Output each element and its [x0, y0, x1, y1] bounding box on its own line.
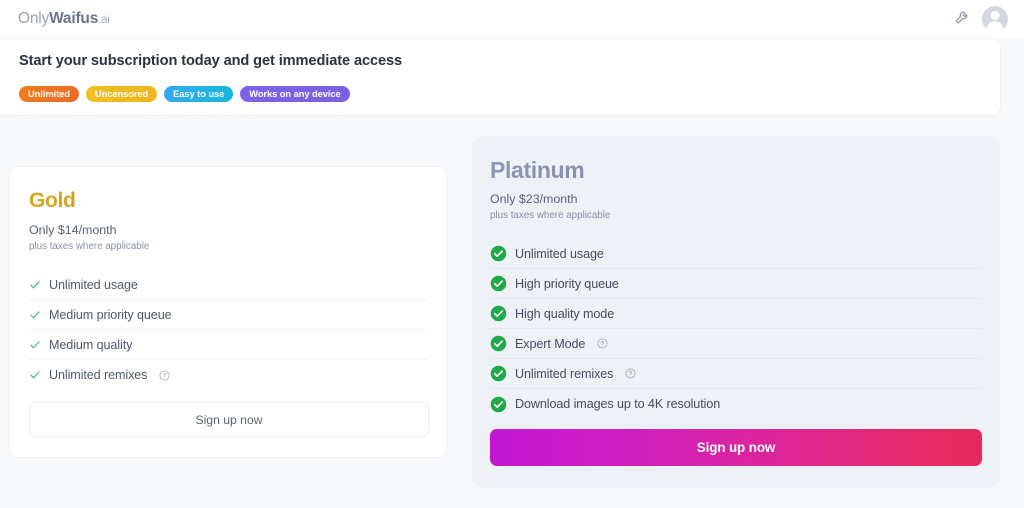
badge-easy-to-use: Easy to use: [164, 86, 233, 102]
feature-label: High priority queue: [515, 277, 619, 291]
feature-item: High quality mode: [490, 299, 982, 329]
feature-label: Unlimited remixes: [515, 367, 613, 381]
plan-price-platinum: Only $23/month: [490, 191, 982, 207]
plan-taxes-platinum: plus taxes where applicable: [490, 209, 982, 222]
signup-button-platinum[interactable]: Sign up now: [490, 429, 982, 466]
plan-name-gold: Gold: [29, 189, 427, 213]
plan-card-gold: Gold Only $14/month plus taxes where app…: [8, 166, 448, 458]
feature-label: Medium priority queue: [49, 308, 172, 322]
feature-item: Unlimited usage: [29, 270, 427, 300]
logo-suffix: .ai: [98, 14, 110, 26]
badge-unlimited: Unlimited: [19, 86, 79, 102]
feature-label: Unlimited remixes: [49, 368, 147, 382]
feature-label: Unlimited usage: [515, 247, 604, 261]
logo-bold: Waifus: [49, 10, 98, 27]
feature-item: Medium quality: [29, 330, 427, 360]
check-icon: [29, 309, 41, 321]
feature-item: Unlimited remixes: [490, 359, 982, 389]
badge-row: Unlimited Uncensored Easy to use Works o…: [19, 86, 1000, 102]
feature-label: Download images up to 4K resolution: [515, 397, 720, 411]
help-icon[interactable]: [597, 338, 608, 349]
logo-prefix: Only: [18, 10, 49, 27]
feature-label: Expert Mode: [515, 337, 585, 351]
user-avatar-icon[interactable]: [982, 6, 1008, 32]
badge-works-on-any-device: Works on any device: [240, 86, 349, 102]
help-icon[interactable]: [625, 368, 636, 379]
check-circle-icon: [490, 335, 507, 352]
check-circle-icon: [490, 365, 507, 382]
check-icon: [29, 339, 41, 351]
signup-button-gold[interactable]: Sign up now: [29, 402, 429, 437]
feature-item: Unlimited usage: [490, 239, 982, 269]
feature-label: High quality mode: [515, 307, 614, 321]
check-circle-icon: [490, 305, 507, 322]
wrench-icon[interactable]: [954, 8, 971, 30]
help-icon[interactable]: [159, 370, 170, 381]
subscription-banner: Start your subscription today and get im…: [0, 38, 1001, 116]
check-icon: [29, 369, 41, 381]
top-bar: OnlyWaifus.ai: [0, 0, 1024, 38]
plan-name-platinum: Platinum: [490, 158, 982, 182]
banner-title: Start your subscription today and get im…: [19, 51, 1000, 71]
plan-taxes-gold: plus taxes where applicable: [29, 240, 427, 253]
feature-label: Unlimited usage: [49, 278, 138, 292]
feature-item: Expert Mode: [490, 329, 982, 359]
feature-list-platinum: Unlimited usage High priority queue High…: [490, 239, 982, 419]
top-bar-actions: [954, 6, 1008, 32]
feature-list-gold: Unlimited usage Medium priority queue Me…: [29, 270, 427, 390]
badge-uncensored: Uncensored: [86, 86, 157, 102]
check-circle-icon: [490, 275, 507, 292]
plan-price-gold: Only $14/month: [29, 222, 427, 238]
check-circle-icon: [490, 245, 507, 262]
app-logo[interactable]: OnlyWaifus.ai: [18, 10, 110, 28]
feature-item: Medium priority queue: [29, 300, 427, 330]
check-circle-icon: [490, 396, 507, 413]
feature-item: High priority queue: [490, 269, 982, 299]
plan-card-platinum: Platinum Only $23/month plus taxes where…: [472, 136, 1000, 488]
feature-item: Download images up to 4K resolution: [490, 389, 982, 419]
feature-item: Unlimited remixes: [29, 360, 427, 390]
feature-label: Medium quality: [49, 338, 132, 352]
check-icon: [29, 279, 41, 291]
